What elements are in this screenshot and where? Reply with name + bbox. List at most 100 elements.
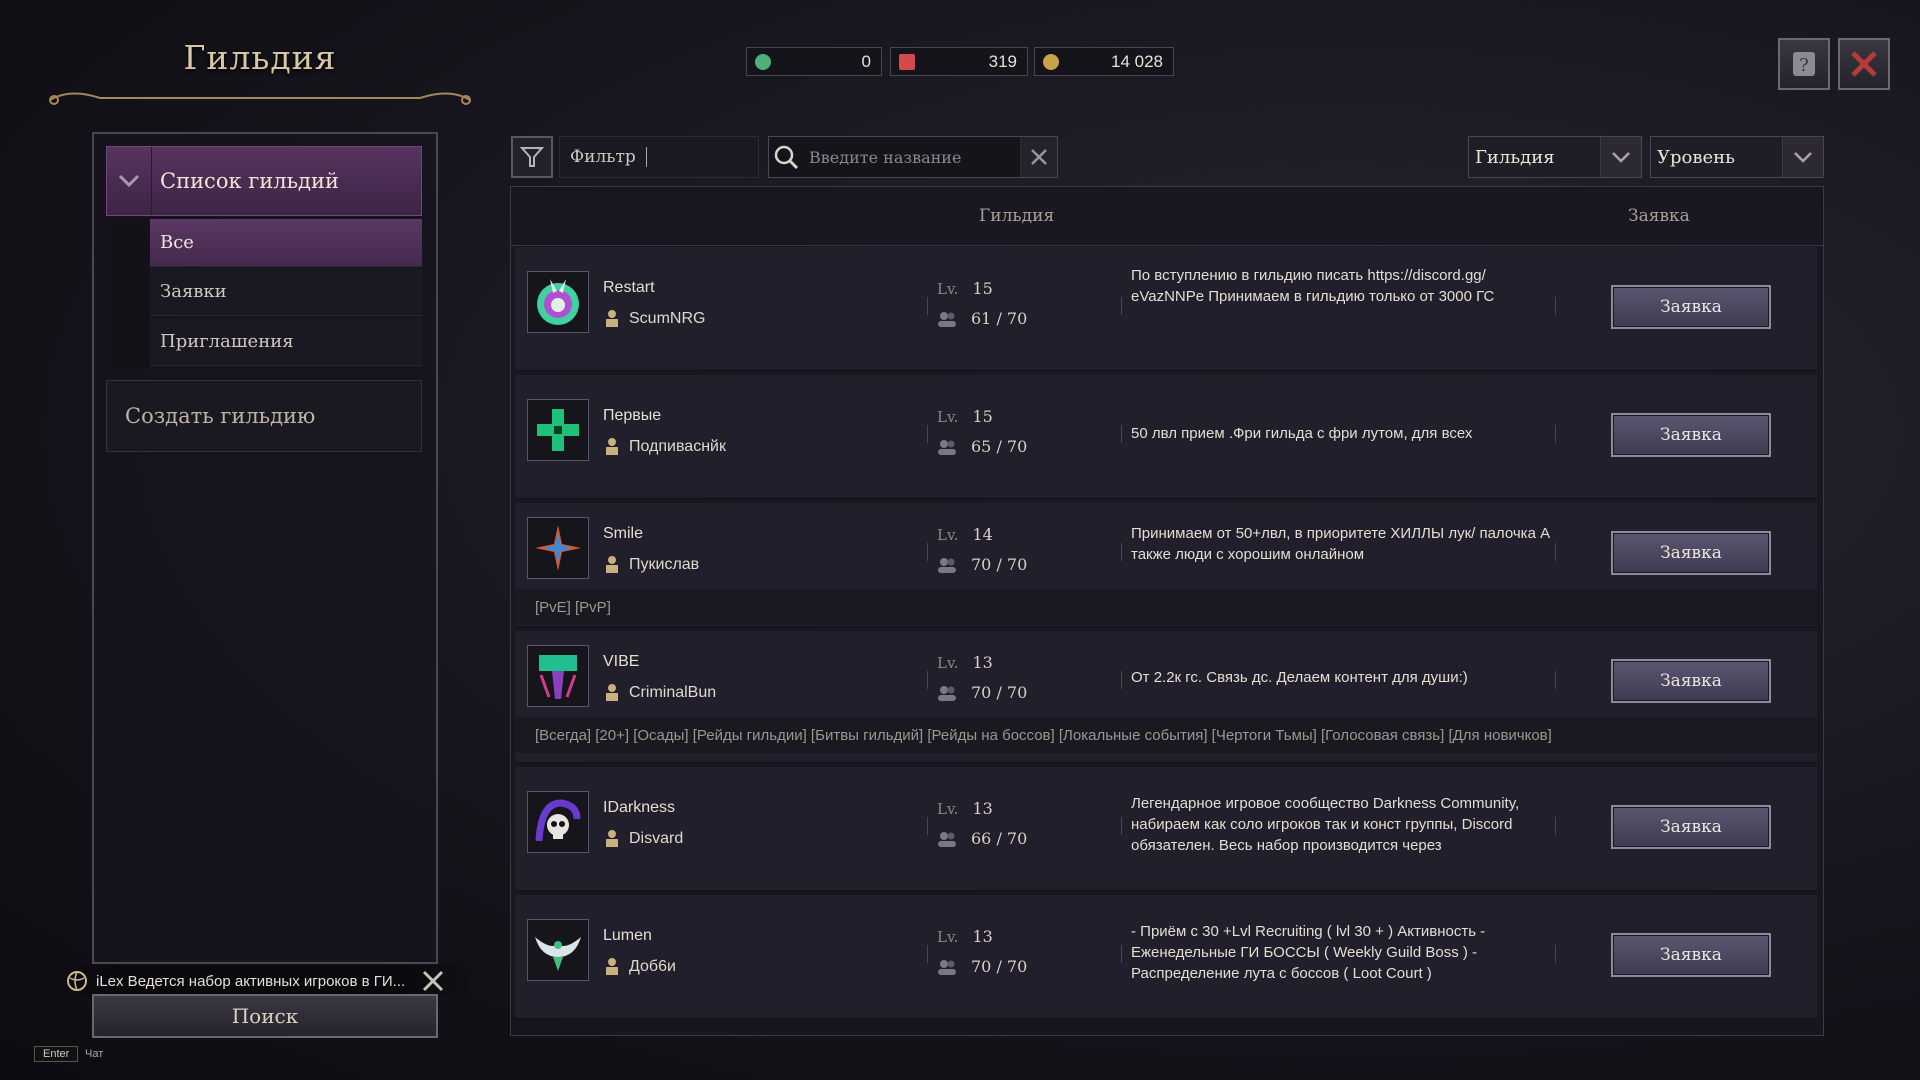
chevron-down-icon [107, 147, 152, 215]
currency-crystals: 319 [890, 47, 1028, 76]
clear-search-button[interactable] [1020, 137, 1057, 177]
currency-value: 319 [988, 51, 1017, 71]
globe-icon [67, 971, 87, 991]
close-icon [1851, 51, 1877, 77]
currency-value: 14 028 [1111, 51, 1163, 71]
guild-table: Гильдия Заявка Restart ScumNRG Lv. 15 61 … [510, 186, 1824, 1036]
search-box[interactable] [768, 136, 1058, 178]
guild-emblem [527, 517, 589, 579]
level-tag: Lv. [937, 654, 959, 672]
members-count: 70 / 70 [971, 683, 1028, 702]
red-crystal-icon [899, 53, 915, 70]
chat-label: Чат [85, 1048, 104, 1060]
level-sort-dropdown[interactable]: Уровень [1650, 136, 1824, 178]
level-value: 15 [972, 407, 993, 426]
guild-emblem [527, 271, 589, 333]
guild-level: Lv. 14 [937, 525, 993, 544]
filter-field[interactable]: Фильтр [559, 136, 759, 178]
leader-name: Доб6и [629, 958, 676, 975]
help-scroll-icon: ? [1793, 52, 1815, 76]
text-caret [645, 147, 647, 167]
divider [1121, 425, 1122, 443]
leader-name: Пукислав [629, 556, 700, 573]
guild-description: От 2.2к гс. Связь дс. Делаем контент для… [1131, 669, 1468, 686]
help-button[interactable]: ? [1778, 38, 1830, 90]
guild-list-category[interactable]: Список гильдий [106, 146, 422, 216]
guild-emblem [527, 399, 589, 461]
members-icon [938, 685, 956, 701]
column-header-application: Заявка [1628, 206, 1690, 226]
members-count: 70 / 70 [971, 555, 1028, 574]
guild-name: Restart [603, 279, 655, 296]
create-guild-button[interactable]: Создать гильдию [106, 380, 422, 452]
level-tag: Lv. [937, 526, 959, 544]
guild-level: Lv. 13 [937, 927, 993, 946]
divider [927, 671, 928, 689]
table-row: Lumen Доб6и Lv. 13 70 / 70 - Приём с 30 +… [515, 895, 1817, 1019]
guild-members: 61 / 70 [937, 309, 1027, 328]
apply-button[interactable]: Заявка [1611, 659, 1771, 703]
search-button[interactable]: Поиск [92, 994, 438, 1038]
divider [1555, 945, 1556, 963]
apply-button[interactable]: Заявка [1611, 413, 1771, 457]
sub-rail [106, 218, 150, 368]
apply-button[interactable]: Заявка [1611, 531, 1771, 575]
level-tag: Lv. [937, 280, 959, 298]
chevron-down-icon [1782, 137, 1823, 177]
category-label: Список гильдий [160, 169, 339, 193]
guild-leader: Доб6и [603, 957, 676, 977]
table-row: IDarkness Disvard Lv. 13 66 / 70 Легендар… [515, 767, 1817, 891]
guild-description: Легендарное игровое сообщество Darkness … [1131, 795, 1520, 854]
close-chat-icon[interactable] [421, 969, 445, 993]
leader-icon [606, 310, 618, 327]
members-count: 61 / 70 [971, 309, 1028, 328]
divider [1121, 543, 1122, 561]
guild-name: VIBE [603, 653, 640, 670]
page-title: Гильдия [183, 38, 337, 77]
guild-leader: Disvard [603, 829, 683, 849]
guild-level: Lv. 15 [937, 279, 993, 298]
sidebar-item-applications[interactable]: Заявки [150, 268, 422, 316]
guild-name: Первые [603, 407, 662, 424]
guild-sort-dropdown[interactable]: Гильдия [1468, 136, 1642, 178]
filter-label: Фильтр [570, 147, 636, 167]
guild-tags: [Всегда] [20+] [Осады] [Рейды гильдии] [… [515, 717, 1817, 753]
guild-members: 70 / 70 [937, 957, 1027, 976]
filter-button[interactable] [511, 136, 553, 178]
apply-button[interactable]: Заявка [1611, 285, 1771, 329]
search-input[interactable] [803, 146, 1020, 168]
guild-level: Lv. 13 [937, 653, 993, 672]
chat-notification[interactable]: iLex Ведется набор активных игроков в ГИ… [56, 965, 468, 997]
leader-name: CriminalBun [629, 684, 717, 701]
divider [927, 425, 928, 443]
apply-button[interactable]: Заявка [1611, 933, 1771, 977]
members-icon [938, 959, 956, 975]
divider [1555, 425, 1556, 443]
guild-members: 70 / 70 [937, 555, 1027, 574]
leader-name: Disvard [629, 830, 684, 847]
cross-emblem-icon [537, 409, 579, 451]
sidebar-item-invitations[interactable]: Приглашения [150, 318, 422, 366]
rabbit-emblem-icon [537, 279, 579, 325]
divider [1121, 817, 1122, 835]
title-area: Гильдия [30, 20, 490, 120]
divider [1121, 945, 1122, 963]
guild-members: 65 / 70 [937, 437, 1027, 456]
guild-leader: ScumNRG [603, 309, 705, 329]
level-tag: Lv. [937, 800, 959, 818]
divider [927, 543, 928, 561]
level-value: 13 [972, 653, 993, 672]
guild-leader: Пукислав [603, 555, 699, 575]
close-button[interactable] [1838, 38, 1890, 90]
green-gem-icon [755, 53, 771, 70]
members-count: 66 / 70 [971, 829, 1028, 848]
sidebar-item-all[interactable]: Все [150, 219, 422, 267]
table-header: Гильдия Заявка [511, 187, 1823, 246]
level-tag: Lv. [937, 408, 959, 426]
guild-name: Lumen [603, 927, 652, 944]
dropdown-label: Уровень [1657, 146, 1735, 168]
leader-icon [606, 684, 618, 701]
leader-icon [606, 830, 618, 847]
apply-button[interactable]: Заявка [1611, 805, 1771, 849]
guild-description: По вступлению в гильдию писать https://d… [1131, 267, 1495, 305]
